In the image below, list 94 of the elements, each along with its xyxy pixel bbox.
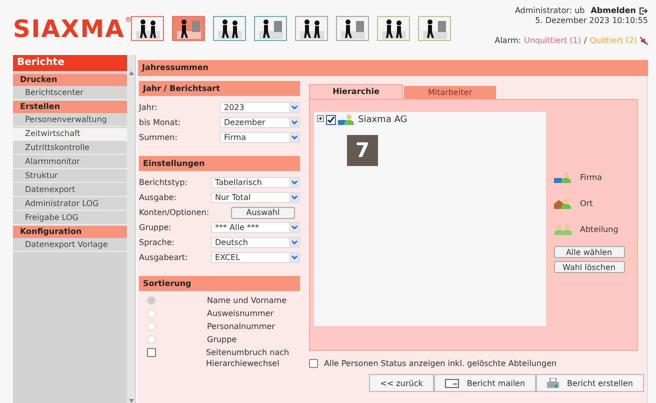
scrollbar[interactable] bbox=[127, 55, 135, 403]
caret-icon bbox=[289, 178, 299, 187]
mode-button[interactable] bbox=[131, 16, 164, 41]
logout-link[interactable]: Abmelden bbox=[590, 6, 636, 15]
option-label: Name und Vorname bbox=[207, 295, 288, 306]
mode-button[interactable] bbox=[254, 16, 287, 41]
sidebar-item[interactable]: Struktur bbox=[13, 170, 127, 183]
alarm-label: Alarm: bbox=[494, 36, 521, 45]
legend-label: Ort bbox=[580, 199, 593, 208]
checkbox[interactable] bbox=[147, 348, 156, 357]
number-badge: 7 bbox=[347, 135, 378, 166]
radio-button[interactable] bbox=[147, 296, 156, 305]
people-icon bbox=[554, 224, 572, 235]
sidebar-item[interactable]: Freigabe LOG bbox=[13, 212, 127, 225]
field-label: Sprache: bbox=[139, 238, 176, 247]
sidebar-item[interactable]: Personenverwaltung bbox=[13, 114, 127, 127]
muted-speaker-icon[interactable] bbox=[640, 36, 648, 44]
sidebar-item[interactable]: Alarmmonitor bbox=[13, 156, 127, 169]
date-time: 5. Dezember 2023 10:10:55 bbox=[535, 16, 648, 25]
tree-button[interactable]: Wahl löschen bbox=[554, 261, 624, 273]
selection-button[interactable]: Auswahl bbox=[231, 206, 295, 218]
field-label: Ausgabe: bbox=[139, 193, 178, 202]
mode-button[interactable] bbox=[172, 16, 205, 41]
field-label: Berichtstyp: bbox=[139, 178, 188, 187]
tree-item[interactable]: Siaxma AG bbox=[358, 114, 408, 124]
mail-button[interactable]: Bericht mailen bbox=[434, 374, 536, 392]
radio-button[interactable] bbox=[147, 309, 156, 318]
option-label: Gruppe bbox=[207, 334, 238, 345]
radio-button[interactable] bbox=[147, 335, 156, 344]
sidebar-title: Berichte bbox=[13, 55, 127, 71]
section-header: Sortierung bbox=[139, 276, 300, 291]
legend-label: Abteilung bbox=[580, 225, 618, 234]
option-label: Ausweisnummer bbox=[207, 308, 275, 319]
sidebar-item[interactable]: Datenexport bbox=[13, 184, 127, 197]
dropdown[interactable]: 2023 bbox=[220, 102, 300, 113]
field-label: Ausgabeart: bbox=[139, 253, 189, 262]
logo: SIAXMA bbox=[13, 16, 125, 42]
caret-icon bbox=[289, 193, 299, 202]
checkbox-label: Alle Personen Status anzeigen inkl. gelöschte Abteilungen bbox=[324, 358, 557, 368]
checkbox[interactable] bbox=[326, 114, 336, 124]
field-label: bis Monat: bbox=[139, 118, 182, 127]
mode-button[interactable] bbox=[418, 16, 451, 41]
sidebar-section[interactable]: Drucken bbox=[13, 74, 127, 86]
mode-button[interactable] bbox=[295, 16, 328, 41]
field-label: Konten/Optionen: bbox=[139, 208, 210, 217]
company-icon bbox=[554, 172, 572, 183]
page-title: Jahressummen bbox=[138, 60, 648, 76]
dropdown[interactable]: Firma bbox=[220, 132, 300, 143]
mode-button[interactable] bbox=[336, 16, 369, 41]
company-icon bbox=[338, 114, 354, 125]
section-header: Einstellungen bbox=[139, 156, 300, 171]
dropdown[interactable]: EXCEL bbox=[211, 252, 300, 263]
sidebar-item[interactable]: Zutrittskontrolle bbox=[13, 142, 127, 155]
dropdown[interactable]: Deutsch bbox=[211, 237, 300, 248]
scroll-down-icon[interactable] bbox=[128, 399, 134, 403]
back-button[interactable]: << zurück bbox=[369, 374, 434, 392]
caret-icon bbox=[289, 223, 299, 232]
sidebar-section[interactable]: Erstellen bbox=[13, 101, 127, 113]
sidebar-item[interactable]: Datenexport Vorlage bbox=[13, 239, 127, 252]
dropdown[interactable]: *** Alle *** bbox=[211, 222, 300, 233]
separator: / bbox=[584, 36, 587, 45]
caret-icon bbox=[289, 253, 299, 262]
create-button[interactable]: Bericht erstellen bbox=[536, 374, 644, 392]
user-label: Administrator: ub bbox=[514, 6, 585, 15]
mode-button[interactable] bbox=[213, 16, 246, 41]
field-label: Summen: bbox=[139, 133, 178, 142]
tab[interactable]: Mitarbeiter bbox=[404, 86, 496, 99]
mode-button[interactable] bbox=[377, 16, 410, 41]
logout-icon[interactable] bbox=[639, 6, 648, 14]
sidebar-item[interactable]: Berichtscenter bbox=[13, 87, 127, 100]
caret-icon bbox=[289, 133, 299, 142]
option-label: Personalnummer bbox=[207, 321, 276, 332]
envelope-icon bbox=[444, 378, 459, 388]
field-label: Gruppe: bbox=[139, 223, 172, 232]
dropdown[interactable]: Tabellarisch bbox=[211, 177, 300, 188]
legend-label: Firma bbox=[580, 173, 602, 182]
sidebar-section[interactable]: Konfiguration bbox=[13, 226, 127, 238]
checkbox[interactable] bbox=[309, 358, 318, 368]
field-label: Jahr: bbox=[139, 103, 158, 112]
printer-icon bbox=[547, 378, 560, 388]
scroll-up-icon[interactable] bbox=[128, 71, 134, 75]
sidebar-item[interactable]: Administrator LOG bbox=[13, 198, 127, 211]
tree-button[interactable]: Alle wählen bbox=[554, 246, 624, 258]
caret-icon bbox=[289, 103, 299, 112]
radio-button[interactable] bbox=[147, 322, 156, 331]
expand-icon[interactable] bbox=[317, 115, 324, 124]
caret-icon bbox=[289, 238, 299, 247]
option-label: Seitenumbruch nach Hierarchiewechsel bbox=[206, 347, 290, 369]
sidebar-item[interactable]: Zeitwirtschaft bbox=[13, 128, 127, 141]
location-icon bbox=[554, 198, 572, 209]
dropdown[interactable]: Nur Total bbox=[211, 192, 300, 203]
caret-icon bbox=[289, 118, 299, 127]
dropdown[interactable]: Dezember bbox=[220, 117, 300, 128]
section-header: Jahr / Berichtsart bbox=[139, 81, 300, 96]
